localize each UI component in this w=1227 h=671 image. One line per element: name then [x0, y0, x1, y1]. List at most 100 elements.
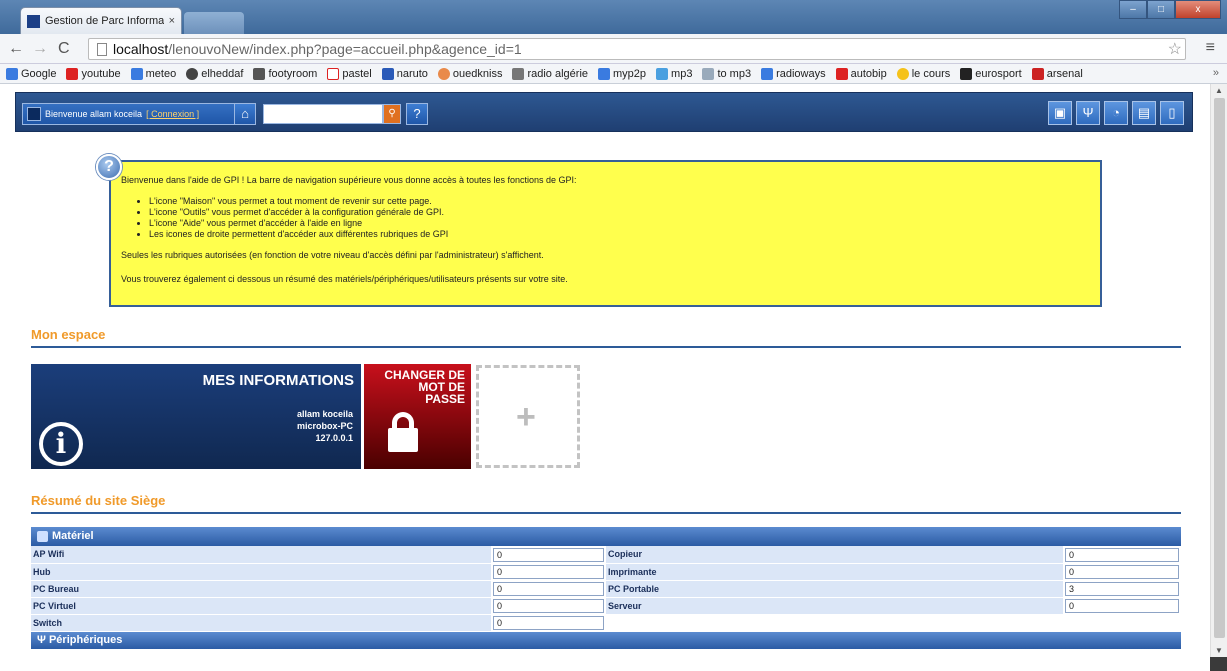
- search-icon: ⚲: [388, 108, 396, 119]
- url-path: /lenouvoNew/index.php?page=accueil.php&a…: [168, 41, 522, 57]
- minimize-button[interactable]: –: [1119, 0, 1147, 19]
- home-button[interactable]: ⌂: [234, 103, 256, 125]
- row-label: Hub: [31, 563, 491, 581]
- count-field: 3: [1065, 581, 1179, 596]
- help-question-icon: ?: [96, 154, 122, 180]
- back-icon[interactable]: ←: [8, 40, 24, 58]
- document-icon[interactable]: ▯: [1160, 101, 1184, 125]
- peripheriques-header[interactable]: Ψ Périphériques: [31, 631, 1181, 649]
- connexion-link[interactable]: [ Connexion ]: [146, 109, 199, 119]
- welcome-badge: Bienvenue allam koceila [ Connexion ]: [22, 103, 242, 125]
- user-name: allam koceila: [296, 409, 353, 419]
- bookmark-item[interactable]: radioways: [761, 67, 826, 80]
- row-label: Serveur: [606, 597, 1063, 615]
- materiel-label: Matériel: [52, 530, 94, 542]
- browser-menu-icon[interactable]: ≡: [1206, 39, 1215, 57]
- usb-icon: Ψ: [37, 633, 49, 646]
- ouedkniss-icon: [437, 67, 450, 80]
- home-icon: ⌂: [241, 106, 249, 121]
- vertical-scrollbar[interactable]: ▲ ▼: [1210, 84, 1227, 671]
- footyroom-icon: [253, 67, 266, 80]
- host-name: microbox-PC: [296, 421, 353, 431]
- browser-tab[interactable]: Gestion de Parc Informati ×: [20, 7, 182, 34]
- radio-algerie-icon: [512, 67, 525, 80]
- usb-icon[interactable]: Ψ: [1076, 101, 1100, 125]
- tile-title: CHANGER DE MOT DE PASSE: [384, 368, 465, 406]
- table-row: Switch 0: [31, 614, 1181, 632]
- bookmark-item[interactable]: footyroom: [253, 67, 317, 80]
- row-label: AP Wifi: [31, 546, 491, 564]
- scroll-thumb[interactable]: [1214, 98, 1225, 638]
- window-titlebar: Gestion de Parc Informati × – □ x: [0, 0, 1227, 34]
- bookmark-item[interactable]: youtube: [66, 67, 121, 80]
- bookmark-item[interactable]: to mp3: [702, 67, 751, 80]
- count-field: 0: [493, 598, 604, 613]
- help-note: Seules les rubriques autorisées (en fonc…: [121, 250, 544, 260]
- bookmark-item[interactable]: eurosport: [960, 67, 1022, 80]
- meteo-icon: [130, 67, 143, 80]
- count-field: 0: [1065, 598, 1179, 613]
- youtube-icon: [66, 67, 79, 80]
- add-tile-button[interactable]: +: [476, 365, 580, 468]
- page-content: Bienvenue allam koceila [ Connexion ] ⌂ …: [0, 84, 1210, 671]
- bookmark-item[interactable]: arsenal: [1031, 67, 1083, 80]
- url-host: localhost: [113, 41, 169, 57]
- autobip-icon: [835, 67, 848, 80]
- naruto-icon: [381, 67, 394, 80]
- materiel-icon: [37, 531, 48, 542]
- search-button[interactable]: ⚲: [383, 104, 401, 124]
- ip-address: 127.0.0.1: [315, 433, 353, 443]
- bookmark-item[interactable]: radio algérie: [512, 67, 588, 80]
- row-label: Imprimante: [606, 563, 1063, 581]
- bookmark-item[interactable]: myp2p: [598, 67, 646, 80]
- bookmark-item[interactable]: le cours: [896, 67, 950, 80]
- forward-icon[interactable]: →: [32, 40, 48, 58]
- bookmark-item[interactable]: mp3: [656, 67, 692, 80]
- computer-icon[interactable]: ▣: [1048, 101, 1072, 125]
- reload-icon[interactable]: C: [58, 40, 70, 58]
- bookmark-item[interactable]: Google: [6, 67, 56, 80]
- bookmarks-bar: Google youtube meteo elheddaf footyroom …: [0, 64, 1227, 84]
- page-icon: [97, 42, 107, 56]
- tile-title: MES INFORMATIONS: [202, 372, 354, 389]
- count-field: 0: [493, 615, 604, 630]
- help-bullet: L'icone "Outils" vous permet d'accéder à…: [149, 207, 1090, 218]
- calendar-icon[interactable]: ▤: [1132, 101, 1156, 125]
- table-row: Hub 0 Imprimante 0: [31, 563, 1181, 581]
- help-bullet: L'icone "Maison" vous permet a tout mome…: [149, 196, 1090, 207]
- materiel-header[interactable]: Matériel: [31, 527, 1181, 546]
- help-list: L'icone "Maison" vous permet a tout mome…: [149, 196, 1090, 240]
- bookmark-item[interactable]: elheddaf: [186, 67, 243, 80]
- bookmark-item[interactable]: ouedkniss: [437, 67, 502, 80]
- address-toolbar: ← → C localhost/lenouvoNew/index.php?pag…: [0, 34, 1227, 64]
- gauge-icon[interactable]: ◔: [1104, 101, 1128, 125]
- address-bar[interactable]: localhost/lenouvoNew/index.php?page=accu…: [88, 38, 1186, 60]
- to-mp3-icon: [702, 67, 715, 80]
- search-input[interactable]: [263, 104, 383, 124]
- mes-informations-tile[interactable]: MES INFORMATIONS allam koceila microbox-…: [31, 364, 361, 469]
- help-bullet: Les icones de droite permettent d'accéde…: [149, 229, 1090, 240]
- help-intro: Bienvenue dans l'aide de GPI ! La barre …: [121, 175, 577, 185]
- row-label: PC Portable: [606, 580, 1063, 598]
- bookmark-item[interactable]: autobip: [835, 67, 887, 80]
- mp3-icon: [656, 67, 669, 80]
- help-button[interactable]: ?: [406, 103, 428, 125]
- bookmarks-overflow-icon[interactable]: »: [1213, 67, 1219, 79]
- google-icon: [6, 67, 18, 80]
- close-window-button[interactable]: x: [1175, 0, 1221, 19]
- bookmark-star-icon[interactable]: ☆: [1168, 39, 1182, 59]
- table-row: PC Bureau 0 PC Portable 3: [31, 580, 1181, 598]
- tab-close-icon[interactable]: ×: [169, 15, 175, 27]
- change-password-tile[interactable]: CHANGER DE MOT DE PASSE: [364, 364, 471, 469]
- bookmark-item[interactable]: pastel: [327, 67, 372, 80]
- maximize-button[interactable]: □: [1147, 0, 1175, 19]
- scroll-down-icon[interactable]: ▼: [1215, 646, 1223, 655]
- row-label: Copieur: [606, 546, 1063, 564]
- new-tab-button[interactable]: [184, 12, 244, 34]
- corner-widget: [1210, 657, 1227, 671]
- lock-icon: [388, 428, 418, 452]
- bookmark-item[interactable]: naruto: [381, 67, 428, 80]
- bookmark-item[interactable]: meteo: [130, 67, 176, 80]
- scroll-up-icon[interactable]: ▲: [1215, 86, 1223, 95]
- section-icons: ▣ Ψ ◔ ▤ ▯: [1048, 101, 1184, 125]
